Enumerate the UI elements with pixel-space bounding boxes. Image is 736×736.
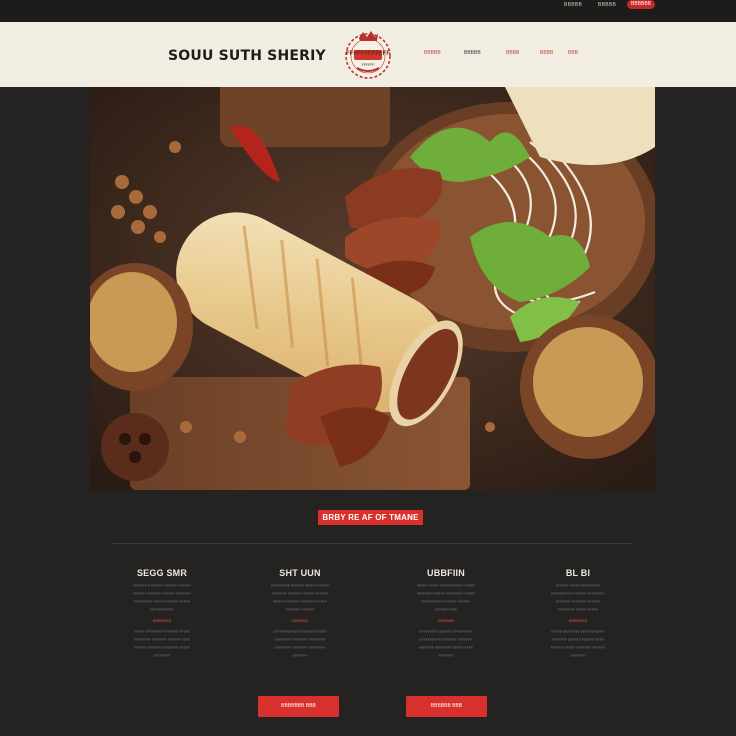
column-text-line: FFFFFFFFFFF xyxy=(150,608,174,612)
column-text-line: FFFFFFF xyxy=(570,654,586,658)
column-text-line: FFFFFF FFFFFF FFFFFFFF FFFF xyxy=(272,600,328,604)
column-text-line: FFFFFFFFFFF FFFFFF FFFFFFF xyxy=(419,638,473,642)
column-text-line: FFFFFFFF xyxy=(153,654,171,658)
top-utility-bar: BBBBB BBBBB BBBBBB xyxy=(0,0,736,22)
top-cta-button[interactable]: BBBBBB xyxy=(627,0,655,9)
nav-item-3[interactable]: BBBB xyxy=(506,50,519,56)
top-link-1[interactable]: BBBBB xyxy=(564,1,582,9)
hero-image xyxy=(90,87,655,490)
column-text-line: FFFFFFF FFFFFFF FFFFFF xyxy=(555,600,601,604)
column-text-line: FFFFFF FFFFF FFFFFFF FFFFFF xyxy=(550,646,606,650)
column-tag[interactable]: BBBBBBB xyxy=(112,616,212,626)
column-tag[interactable]: BBBBBBB xyxy=(528,616,628,626)
column-text-line: FFFFFFFFFF FFFFFF FFFFFFFF xyxy=(551,592,605,596)
column-text-line: FFFFF FFFFF FFFFFFFFFFF FFFFF xyxy=(416,584,476,588)
column-text-line: FFFFFFF xyxy=(292,654,308,658)
brand-name[interactable]: SOUU SUTH SHERIY xyxy=(168,48,326,64)
column-text-line: FFFFFFF FFFFFF FFFFFFFF FFFFF xyxy=(416,592,476,596)
section-divider xyxy=(112,543,632,544)
column-text-line: FFFFFF FFFF xyxy=(434,608,458,612)
site-logo[interactable]: FFFFFFFFFFFF FFFFFF xyxy=(341,28,395,82)
column-text-line: FFFFFFF xyxy=(438,654,454,658)
column-title: SEGG SMR xyxy=(136,568,188,578)
feature-column-3: UBBFIIN FFFFF FFFFF FFFFFFFFFFF FFFFF FF… xyxy=(396,568,496,660)
nav-item-4[interactable]: BBBB xyxy=(540,50,553,56)
column-text-line: FFFFFF FFFFF FFFFFFFFF xyxy=(555,584,601,588)
column-tag[interactable]: BBBBBB xyxy=(250,616,350,626)
feature-column-2: SHT UUN FFFFFFFFF FFFFFF FFFFFF FFFFF FF… xyxy=(250,568,350,660)
column-text-line: FFFFFF FFFFFFF FFFFFFF FFFFF xyxy=(133,646,191,650)
column-tag[interactable]: BBBBBB xyxy=(396,616,496,626)
site-header: SOUU SUTH SHERIY FFFFFFFFFFFF FFFFFF BBB… xyxy=(0,22,736,87)
column-text-line: FFFFFFFFFFFF FFFFFFF FFFFF xyxy=(273,630,327,634)
column-text-line: FFFFFF FFFFFFF FFFFFF FFFFFFF xyxy=(132,592,192,596)
logo-subtitle: FFFFFF xyxy=(361,63,375,67)
column-text-line: FFFFFFF FFFFFF FFFFFF FFFF xyxy=(551,638,605,642)
feature-column-4: BL BI FFFFFF FFFFF FFFFFFFFF FFFFFFFFFF … xyxy=(528,568,628,660)
column-title: UBBFIIN xyxy=(427,568,465,578)
column-text-line: FFFFFFFFF FFFFF FFFFFF FFFFF xyxy=(133,600,191,604)
column-title: SHT UUN xyxy=(279,568,321,578)
wrap-food-photo-icon xyxy=(90,87,655,490)
column-title: BL BI xyxy=(565,568,591,578)
cta-button-2[interactable]: BBBBBB BBB xyxy=(406,696,487,717)
column-text-line: FFFFFFF FFFFFFFF FFFFF FFFF xyxy=(418,646,474,650)
nav-item-2[interactable]: BBBBB xyxy=(464,50,481,56)
column-text-line: FFFFFFFF FFFFFFF FFFFFFFF xyxy=(274,646,326,650)
column-text-line: FFFFFFFF FFFFF FFFFF xyxy=(557,608,599,612)
section-heading: BRBY RE AF OF TMANE xyxy=(318,510,423,525)
column-text-line: FFFFFFF FFFFFF FFFFFF FFFFFF xyxy=(271,592,329,596)
column-text-line: FFFFFFFF FFFFFF FFFFFF FFFFFF xyxy=(132,584,192,588)
top-link-2[interactable]: BBBBB xyxy=(598,1,616,9)
column-text-line: FFFFFFFFFF FFFFFF FFFFFF xyxy=(421,600,471,604)
column-text-line: FFFFFFFF FFFFFFF FFFFFFFFF xyxy=(419,630,473,634)
column-text-line: FFFFFFFF FFFFFFF FFFFFF FFFF xyxy=(133,638,191,642)
column-text-line: FFFFFFFF FFFFFFF FFFFFFFF xyxy=(274,638,326,642)
cta-button-1[interactable]: BBBBBBB BBB xyxy=(258,696,339,717)
column-text-line: FFFFF FFFFFFFF FFFFFFF FFFFF xyxy=(133,630,191,634)
logo-wordmark: FFFFFFFFFFFF xyxy=(346,51,390,57)
column-text-line: FFFFF FFFFFFFF FFFFFFFFFFF xyxy=(551,630,605,634)
column-text-line: FFFFFFF FFFFFF xyxy=(285,608,315,612)
nav-item-5[interactable]: BBB xyxy=(568,50,578,56)
column-text-line: FFFFFFFFF FFFFFF FFFFFF FFFFF xyxy=(270,584,330,588)
nav-item-1[interactable]: BBBBB xyxy=(424,50,441,56)
feature-column-1: SEGG SMR FFFFFFFF FFFFFF FFFFFF FFFFFF F… xyxy=(112,568,212,660)
